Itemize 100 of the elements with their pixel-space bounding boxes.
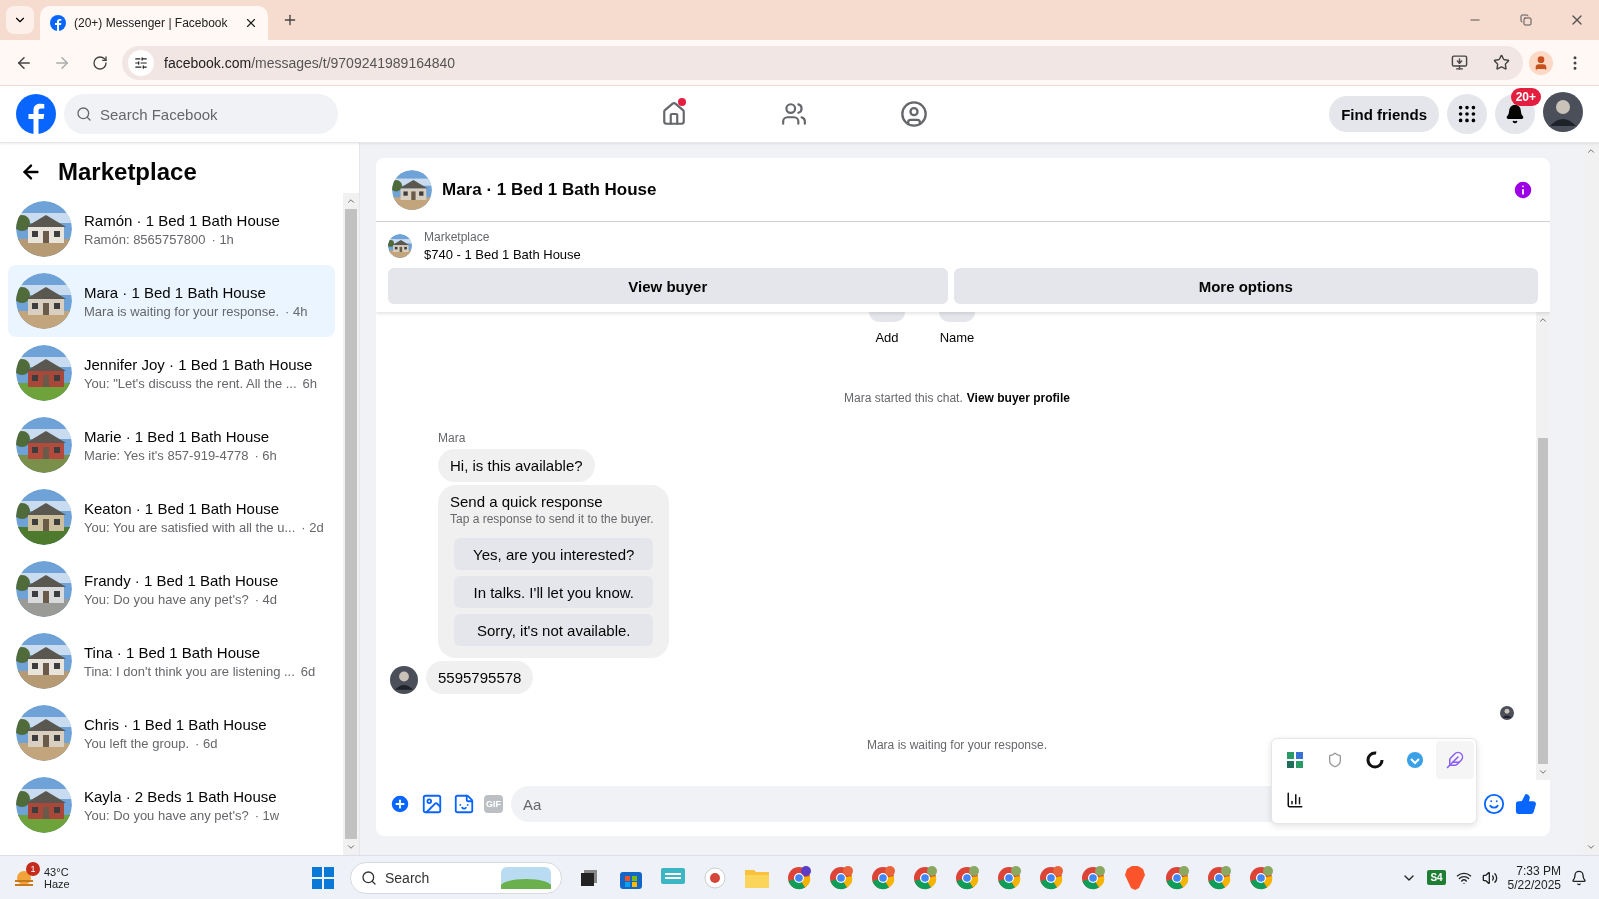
message-time: · 1h <box>211 231 234 247</box>
message-preview: You left the group. <box>84 735 190 751</box>
conversation-name: Jennifer Joy · 1 Bed 1 Bath House <box>84 355 314 373</box>
conversation-name: Ramón · 1 Bed 1 Bath House <box>84 211 280 229</box>
conversation-name: Marie · 1 Bed 1 Bath House <box>84 427 271 445</box>
emoji-icon[interactable] <box>1482 792 1506 816</box>
conversation-name: Tina · 1 Bed 1 Bath House <box>84 643 262 661</box>
weather-condition: Haze <box>44 877 70 890</box>
grid-icon[interactable] <box>1456 103 1478 125</box>
quick-response-title: Send a quick response <box>450 493 604 510</box>
message-bubble: Hi, is this available? <box>438 449 595 482</box>
message-preview: You: Do you have any pet's? <box>84 591 249 607</box>
scroll-up-icon[interactable] <box>346 196 356 206</box>
quick-response-option[interactable]: Yes, are you interested? <box>454 538 654 570</box>
search-icon <box>361 869 377 886</box>
conversation-item[interactable]: Tina · 1 Bed 1 Bath House Tina: I don't think you are listening ... 6d <box>8 625 335 697</box>
plus-icon[interactable] <box>388 792 412 816</box>
url-text[interactable]: facebook.com/messages/t/9709241989164840 <box>164 54 456 71</box>
tab-title: (20+) Messenger | Facebook <box>74 16 229 30</box>
browser-tab[interactable]: (20+) Messenger | Facebook <box>40 6 268 40</box>
buyer-profile-link[interactable]: View buyer profile <box>966 391 1070 405</box>
clock-time[interactable]: 7:33 PM <box>1516 863 1561 878</box>
quick-response-subtitle: Tap a response to send it to the buyer. <box>450 512 654 526</box>
sticker-icon[interactable] <box>452 792 476 816</box>
close-icon[interactable] <box>244 16 258 30</box>
conversation-item[interactable]: Marie · 1 Bed 1 Bath House Marie: Yes it's 857-919-4778 · 6h <box>8 409 335 481</box>
scrollbar[interactable] <box>1583 143 1599 855</box>
listing-label: Marketplace <box>424 230 491 244</box>
facebook-logo-icon <box>50 15 66 31</box>
volume-icon[interactable] <box>1481 869 1498 886</box>
conversation-name: Kayla · 2 Beds 1 Bath House <box>84 787 278 805</box>
facebook-logo-icon[interactable] <box>16 94 56 134</box>
message-preview: Tina: I don't think you are listening ... <box>84 663 295 679</box>
avatar-icon <box>390 666 418 694</box>
quick-response-option[interactable]: In talks. I'll let you know. <box>454 576 654 608</box>
restore-icon[interactable] <box>1519 14 1532 26</box>
find-friends-button[interactable]: Find friends <box>1329 96 1439 132</box>
scrollbar[interactable] <box>343 193 359 855</box>
message-preview: Mara is waiting for your response. <box>84 303 280 319</box>
search-field[interactable]: Search Facebook <box>64 94 338 134</box>
sender-name: Mara <box>438 431 467 445</box>
quick-response-option[interactable]: Sorry, it's not available. <box>454 614 654 646</box>
info-icon[interactable] <box>1512 178 1534 201</box>
conversation-item[interactable]: Chris · 1 Bed 1 Bath House You left the group. · 6d <box>8 697 335 769</box>
taskbar-search-field[interactable]: Search <box>350 861 562 894</box>
message-time: 6h <box>302 375 318 391</box>
star-icon[interactable] <box>1492 54 1510 71</box>
avatar-icon <box>1500 706 1514 720</box>
view-buyer-button[interactable]: View buyer <box>388 268 948 304</box>
scroll-up-icon[interactable] <box>1586 146 1596 156</box>
message-time: · 2d <box>301 519 324 535</box>
new-tab-icon[interactable] <box>282 12 298 28</box>
thumbs-up-icon[interactable] <box>1514 792 1538 816</box>
conversation-name: Mara · 1 Bed 1 Bath House <box>84 283 267 301</box>
sidebar-title: Marketplace <box>58 158 197 186</box>
message-bubble: 5595795578 <box>426 661 534 694</box>
sliders-icon[interactable] <box>134 55 148 70</box>
message-preview: You: Do you have any pet's? <box>84 807 249 823</box>
message-time: · 4d <box>254 591 278 607</box>
chat-title: Mara · 1 Bed 1 Bath House <box>442 179 658 200</box>
scroll-down-icon[interactable] <box>346 842 356 852</box>
image-icon[interactable] <box>420 792 444 816</box>
tray-app-icon[interactable]: S4 <box>1427 870 1446 885</box>
message-time: · 4h <box>285 303 308 319</box>
more-options-button[interactable]: More options <box>953 268 1538 304</box>
action-label: Name <box>939 330 975 345</box>
conversation-item[interactable]: Ramón · 1 Bed 1 Bath House Ramón: 8565757800 · 1h <box>8 193 335 265</box>
scroll-up-icon[interactable] <box>1538 315 1548 325</box>
conversation-item[interactable]: Frandy · 1 Bed 1 Bath House You: Do you have any pet's? · 4d <box>8 553 335 625</box>
conversation-item[interactable]: Jennifer Joy · 1 Bed 1 Bath House You: "Let's discuss the rent. All the ... 6h <box>8 337 335 409</box>
conversation-name: Frandy · 1 Bed 1 Bath House <box>84 571 279 589</box>
notification-bell-icon[interactable] <box>1571 869 1587 886</box>
scroll-down-icon[interactable] <box>1538 767 1548 777</box>
apps-menu-button[interactable] <box>1447 94 1487 134</box>
avatar-icon <box>1543 92 1583 132</box>
listing-summary[interactable]: $740 - 1 Bed 1 Bath House <box>424 247 581 262</box>
conversation-item[interactable]: Keaton · 1 Bed 1 Bath House You: You are satisfied with all the u... · 2d <box>8 481 335 553</box>
notifications-button[interactable] <box>1495 94 1535 134</box>
conversation-name: Keaton · 1 Bed 1 Bath House <box>84 499 281 517</box>
message-time: · 6d <box>195 735 218 751</box>
message-preview: Marie: Yes it's 857-919-4778 <box>84 447 249 463</box>
scrollbar[interactable] <box>1536 312 1550 780</box>
message-preview: You: "Let's discuss the rent. All the ... <box>84 375 297 391</box>
conversation-item[interactable]: Kayla · 2 Beds 1 Bath House You: Do you have any pet's? · 1w <box>8 769 335 841</box>
scroll-down-icon[interactable] <box>1586 842 1596 852</box>
conversation-item[interactable]: Mara · 1 Bed 1 Bath House Mara is waiting for your response. · 4h <box>8 265 335 337</box>
message-preview: You: You are satisfied with all the u... <box>84 519 296 535</box>
bell-icon[interactable] <box>1505 104 1525 124</box>
chat-start-note: Mara started this chat. <box>844 391 963 405</box>
site-settings-button[interactable] <box>128 49 154 76</box>
search-icon <box>76 106 92 122</box>
action-label: Add <box>875 330 899 345</box>
install-icon[interactable] <box>1450 54 1468 71</box>
weather-badge: 1 <box>26 861 40 876</box>
clock-date[interactable]: 5/22/2025 <box>1507 877 1561 892</box>
message-preview: Ramón: 8565757800 <box>84 231 206 247</box>
conversation-name: Chris · 1 Bed 1 Bath House <box>84 715 267 733</box>
waiting-note: Mara is waiting for your response. <box>866 738 1048 752</box>
reload-icon[interactable] <box>92 54 108 71</box>
feather-icon[interactable] <box>1436 741 1474 779</box>
